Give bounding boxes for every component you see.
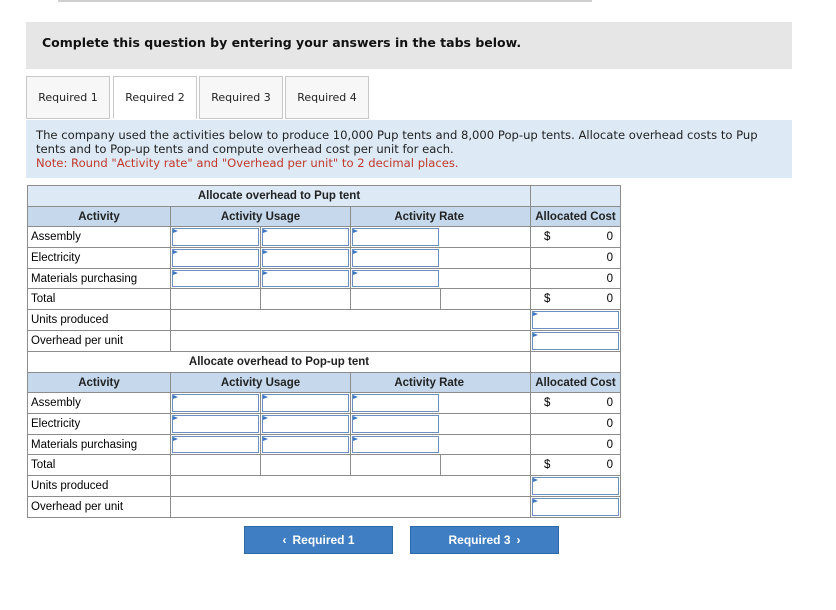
popup-header-usage: Activity Usage	[170, 371, 351, 394]
popup-electricity-usage-unit-input[interactable]	[260, 413, 351, 435]
total-label: Total	[27, 454, 171, 477]
popup-table-title: Allocate overhead to Pop-up tent	[27, 351, 531, 373]
activity-label: Materials purchasing	[27, 267, 171, 290]
popup-materials-rate-input[interactable]	[350, 433, 531, 456]
chevron-left-icon: ‹	[282, 533, 287, 547]
pup-tent-table: Allocate overhead to Pup tent Activity A…	[27, 185, 621, 352]
table-row: Total $0	[27, 288, 621, 311]
units-produced-label: Units produced	[27, 309, 171, 331]
instructions-text: The company used the activities below to…	[36, 128, 758, 156]
pup-electricity-usage-input[interactable]	[170, 247, 261, 269]
prev-button[interactable]: ‹ Required 1	[244, 526, 393, 554]
popup-units-produced-input[interactable]	[530, 475, 621, 497]
allocated-cost-value: 0	[606, 251, 613, 264]
popup-electricity-rate-input[interactable]	[350, 413, 531, 435]
popup-assembly-usage-unit-input[interactable]	[260, 392, 351, 415]
pup-header-cost: Allocated Cost	[530, 205, 621, 228]
table-row: Electricity 0	[27, 413, 621, 435]
pup-header-usage: Activity Usage	[170, 205, 351, 228]
pup-assembly-rate-input[interactable]	[350, 226, 531, 249]
popup-header-rate: Activity Rate	[350, 371, 531, 394]
allocated-cost-value: 0	[606, 231, 613, 244]
pup-electricity-usage-unit-input[interactable]	[260, 247, 351, 269]
instructions-note: Note: Round "Activity rate" and "Overhea…	[36, 156, 459, 170]
table-row: Materials purchasing 0	[27, 433, 621, 456]
popup-materials-usage-unit-input[interactable]	[260, 433, 351, 456]
allocated-cost-value: 0	[606, 438, 613, 451]
table-row: Assembly $0	[27, 226, 621, 249]
pup-materials-usage-input[interactable]	[170, 267, 261, 290]
allocated-cost-value: 0	[606, 417, 613, 430]
top-divider	[58, 0, 592, 2]
allocated-cost-value: 0	[606, 272, 613, 285]
pup-header-rate: Activity Rate	[350, 205, 531, 228]
popup-header-activity: Activity	[27, 371, 171, 394]
units-produced-label: Units produced	[27, 475, 171, 497]
pup-electricity-rate-input[interactable]	[350, 247, 531, 269]
activity-label: Electricity	[27, 247, 171, 269]
popup-overhead-per-unit-input[interactable]	[530, 495, 621, 518]
tab-required-2[interactable]: Required 2	[113, 76, 197, 119]
overhead-per-unit-label: Overhead per unit	[27, 495, 171, 518]
popup-electricity-usage-input[interactable]	[170, 413, 261, 435]
table-row: Overhead per unit	[27, 495, 621, 518]
overhead-per-unit-label: Overhead per unit	[27, 329, 171, 352]
dollar-sign: $	[544, 459, 551, 472]
table-row: Electricity 0	[27, 247, 621, 269]
allocated-cost-value: 0	[606, 397, 613, 410]
total-label: Total	[27, 288, 171, 311]
chevron-right-icon: ›	[516, 533, 521, 547]
activity-label: Materials purchasing	[27, 433, 171, 456]
popup-tent-table: Allocate overhead to Pop-up tent Activit…	[27, 351, 621, 518]
total-cost-value: 0	[606, 459, 613, 472]
popup-materials-usage-input[interactable]	[170, 433, 261, 456]
pup-materials-usage-unit-input[interactable]	[260, 267, 351, 290]
next-button-label: Required 3	[448, 533, 511, 547]
pup-header-activity: Activity	[27, 205, 171, 228]
tab-required-3[interactable]: Required 3	[199, 76, 283, 119]
pup-assembly-usage-input[interactable]	[170, 226, 261, 249]
popup-assembly-usage-input[interactable]	[170, 392, 261, 415]
dollar-sign: $	[544, 231, 551, 244]
activity-label: Assembly	[27, 226, 171, 249]
pup-units-produced-input[interactable]	[530, 309, 621, 331]
popup-header-cost: Allocated Cost	[530, 371, 621, 394]
question-banner: Complete this question by entering your …	[26, 22, 792, 69]
table-row: Overhead per unit	[27, 329, 621, 352]
dollar-sign: $	[544, 293, 551, 306]
tab-required-4[interactable]: Required 4	[285, 76, 369, 119]
banner-title: Complete this question by entering your …	[42, 35, 522, 50]
total-cost-value: 0	[606, 293, 613, 306]
table-row: Units produced	[27, 309, 621, 331]
table-row: Units produced	[27, 475, 621, 497]
pup-table-title: Allocate overhead to Pup tent	[27, 185, 531, 207]
activity-label: Electricity	[27, 413, 171, 435]
activity-label: Assembly	[27, 392, 171, 415]
pup-overhead-per-unit-input[interactable]	[530, 329, 621, 352]
dollar-sign: $	[544, 397, 551, 410]
instructions-panel: The company used the activities below to…	[26, 120, 792, 178]
table-row: Assembly $0	[27, 392, 621, 415]
table-row: Total $0	[27, 454, 621, 477]
pup-materials-rate-input[interactable]	[350, 267, 531, 290]
next-button[interactable]: Required 3 ›	[410, 526, 559, 554]
popup-assembly-rate-input[interactable]	[350, 392, 531, 415]
table-row: Materials purchasing 0	[27, 267, 621, 290]
pup-assembly-usage-unit-input[interactable]	[260, 226, 351, 249]
prev-button-label: Required 1	[292, 533, 355, 547]
tab-required-1[interactable]: Required 1	[26, 76, 110, 119]
